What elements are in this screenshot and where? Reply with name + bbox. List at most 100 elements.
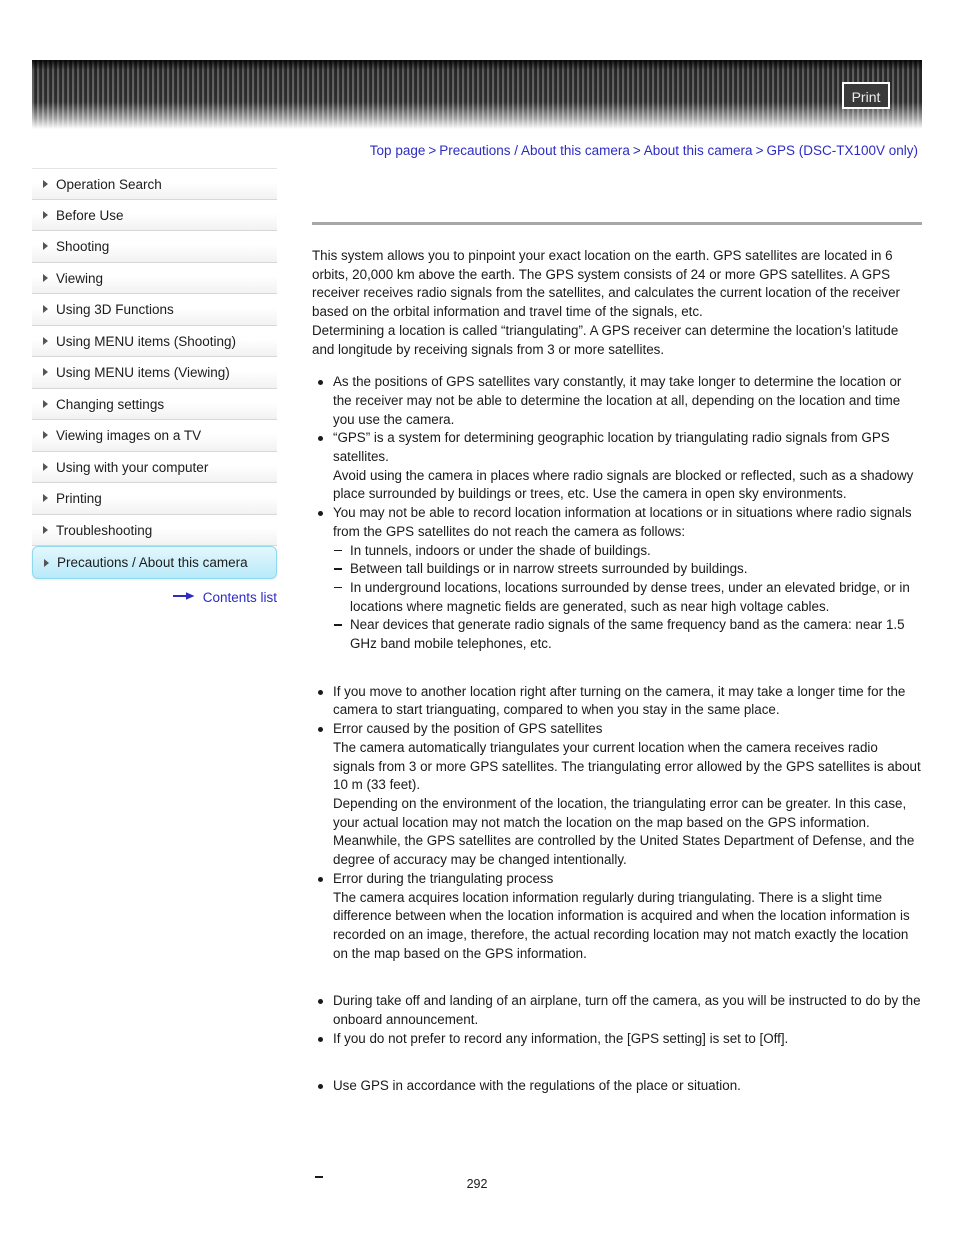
breadcrumb: Top page > Precautions / About this camera… (0, 143, 922, 158)
dash-text: Near devices that generate radio signals… (350, 617, 905, 652)
sidebar-item-label: Before Use (56, 207, 124, 223)
bullet-item: If you move to another location right af… (312, 683, 922, 720)
triangle-right-icon (43, 179, 48, 188)
sidebar-item-precautions-about-this-camera[interactable]: Precautions / About this camera (32, 546, 277, 579)
bullet-dot-icon (318, 1036, 323, 1042)
bullet-dot-icon (318, 1084, 323, 1090)
dash-text: In underground locations, locations surr… (350, 579, 910, 614)
bullet-text: If you move to another location right af… (333, 683, 906, 718)
sidebar-item-using-menu-items-shooting[interactable]: Using MENU items (Shooting) (32, 325, 277, 357)
bullet-text: If you do not prefer to record any infor… (333, 1030, 789, 1046)
sidebar-item-viewing[interactable]: Viewing (32, 262, 277, 294)
sidebar-item-label: Printing (56, 491, 102, 506)
breadcrumb-separator: > (428, 143, 437, 158)
sidebar-item-label: Troubleshooting (56, 522, 153, 538)
breadcrumb-item-3[interactable]: GPS (DSC-TX100V only) (766, 143, 918, 158)
print-button[interactable]: Print (842, 82, 890, 109)
dash-marker-icon (334, 624, 342, 626)
triangle-right-icon (43, 242, 48, 251)
bullet-item: Error caused by the position of GPS sate… (312, 720, 922, 870)
dash-marker-icon (334, 586, 342, 589)
arrow-right-icon (172, 589, 195, 604)
dash-item: Between tall buildings or in narrow stre… (333, 560, 922, 579)
bullet-item: If you do not prefer to record any infor… (312, 1030, 922, 1049)
sidebar-item-using-3d-functions[interactable]: Using 3D Functions (32, 294, 277, 326)
sidebar-item-label: Viewing (56, 270, 104, 286)
bullet-dot-icon (318, 436, 323, 442)
dash-sublist: In tunnels, indoors or under the shade o… (333, 542, 922, 654)
triangle-right-icon (43, 399, 48, 408)
dash-item: Near devices that generate radio signals… (333, 616, 922, 653)
sidebar-item-label: Using 3D Functions (56, 302, 174, 317)
sidebar-item-changing-settings[interactable]: Changing settings (32, 388, 277, 420)
sidebar-item-shooting[interactable]: Shooting (32, 231, 277, 263)
bullet-text: Error caused by the position of GPS sate… (333, 721, 921, 868)
bullet-text: “GPS” is a system for determining geogra… (333, 430, 914, 502)
breadcrumb-item-0[interactable]: Top page (370, 143, 426, 158)
bullet-item: You may not be able to record location i… (312, 504, 922, 654)
bullet-item: During take off and landing of an airpla… (312, 992, 922, 1029)
breadcrumb-separator: > (632, 143, 641, 158)
sidebar-item-label: Using with your computer (56, 459, 209, 475)
sidebar-item-label: Using MENU items (Shooting) (56, 333, 237, 349)
page-header-bar: Print (32, 60, 922, 129)
contents-list-label: Contents list (202, 589, 277, 605)
bullet-text: As the positions of GPS satellites vary … (333, 374, 902, 427)
sidebar-item-label: Shooting (56, 239, 110, 254)
dash-item: In tunnels, indoors or under the shade o… (333, 542, 922, 561)
breadcrumb-separator: > (755, 143, 764, 158)
bullet-text: Error during the triangulating process Th… (333, 870, 910, 961)
dash-text: In tunnels, indoors or under the shade o… (350, 542, 651, 558)
sidebar-item-label: Using MENU items (Viewing) (56, 365, 230, 380)
bullet-dot-icon (318, 380, 323, 386)
triangle-right-icon (43, 210, 48, 219)
triangle-right-icon (43, 368, 48, 377)
bullet-dot-icon (318, 876, 323, 882)
sidebar-item-troubleshooting[interactable]: Troubleshooting (32, 514, 277, 546)
sidebar-item-label: Precautions / About this camera (57, 555, 248, 570)
sidebar-item-printing[interactable]: Printing (32, 483, 277, 515)
bullet-dot-icon (318, 689, 323, 695)
breadcrumb-item-1[interactable]: Precautions / About this camera (439, 143, 630, 158)
bullet-dot-icon (318, 999, 323, 1005)
bullet-text: During take off and landing of an airpla… (333, 993, 921, 1028)
page-number: 292 (466, 1177, 488, 1191)
bullet-text: You may not be able to record location i… (333, 505, 912, 539)
sidebar-item-label: Viewing images on a TV (56, 428, 202, 443)
intro-paragraph: This system allows you to pinpoint your … (312, 248, 900, 357)
triangle-right-icon (43, 525, 48, 534)
sidebar-item-before-use[interactable]: Before Use (32, 199, 277, 231)
main-content: This system allows you to pinpoint your … (312, 222, 922, 1096)
dash-marker-icon (334, 549, 342, 552)
sidebar-nav: Operation Search Before Use Shooting Viewin… (32, 168, 277, 605)
sidebar-item-label: Operation Search (56, 177, 162, 192)
bullet-list-group-3: During take off and landing of an airpla… (312, 992, 922, 1048)
sidebar-item-label: Changing settings (56, 396, 165, 412)
bullet-text: Use GPS in accordance with the regulatio… (333, 1078, 741, 1094)
bullet-item: As the positions of GPS satellites vary … (312, 373, 922, 429)
triangle-right-icon (43, 431, 48, 440)
dash-item: In underground locations, locations surr… (333, 579, 922, 616)
bullet-item: Error during the triangulating process Th… (312, 870, 922, 964)
contents-list-link[interactable]: Contents list (32, 589, 277, 605)
dash-text: Between tall buildings or in narrow stre… (350, 561, 748, 577)
bullet-list-group-2: If you move to another location right af… (312, 683, 922, 964)
bullet-item: “GPS” is a system for determining geogra… (312, 429, 922, 504)
sidebar-item-viewing-images-on-a-tv[interactable]: Viewing images on a TV (32, 420, 277, 452)
sidebar-item-operation-search[interactable]: Operation Search (32, 168, 277, 200)
triangle-right-icon (44, 558, 49, 567)
breadcrumb-item-2[interactable]: About this camera (644, 143, 753, 158)
dash-marker-icon (334, 568, 342, 570)
triangle-right-icon (43, 273, 48, 282)
triangle-right-icon (43, 336, 48, 345)
triangle-right-icon (43, 494, 48, 503)
bullet-list-group-1: As the positions of GPS satellites vary … (312, 373, 922, 654)
sidebar-item-using-with-your-computer[interactable]: Using with your computer (32, 451, 277, 483)
sidebar-item-using-menu-items-viewing[interactable]: Using MENU items (Viewing) (32, 357, 277, 389)
bullet-list-group-4: Use GPS in accordance with the regulatio… (312, 1077, 922, 1096)
triangle-right-icon (43, 305, 48, 314)
